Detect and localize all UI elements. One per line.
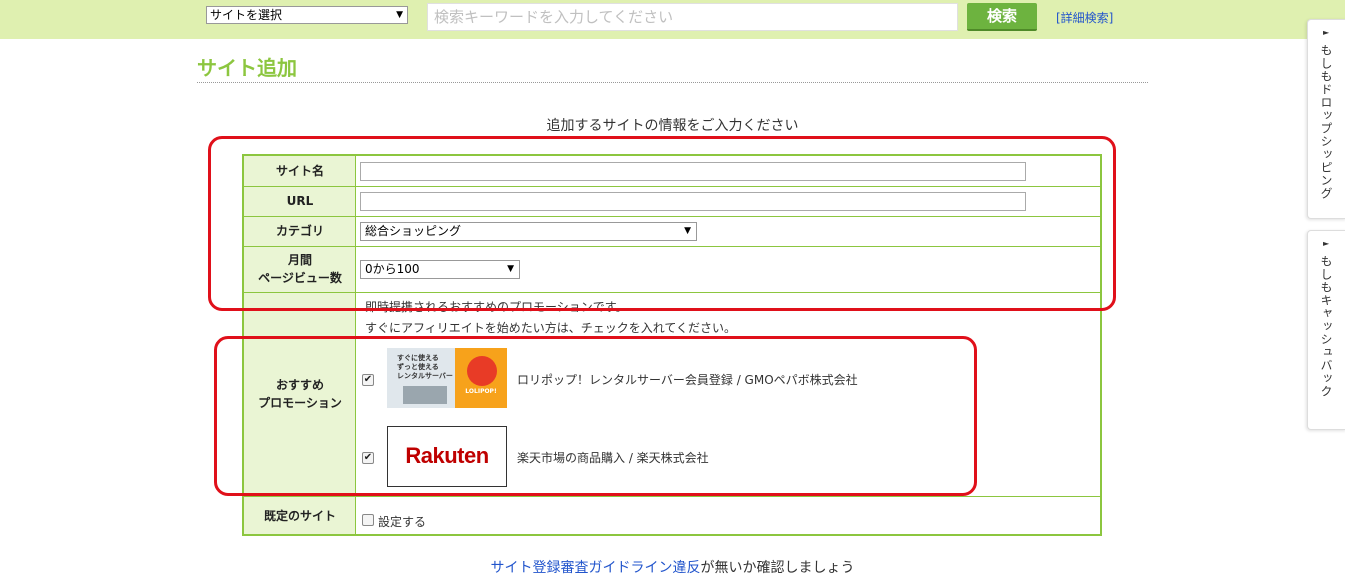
side-tab-label: もしもドロップシッピング (1319, 44, 1333, 200)
search-button[interactable]: 検索 (967, 3, 1037, 31)
dropdown-arrow-icon: ▼ (396, 10, 403, 20)
top-search-bar: サイトを選択 ▼ 検索キーワードを入力してください 検索 [詳細検索] (0, 0, 1345, 39)
advanced-search-link[interactable]: [詳細検索] (1056, 9, 1113, 26)
default-site-checkbox[interactable] (362, 514, 374, 526)
search-placeholder: 検索キーワードを入力してください (434, 8, 674, 26)
side-tab-label: もしもキャッシュバック (1319, 255, 1333, 398)
search-input[interactable]: 検索キーワードを入力してください (427, 3, 958, 31)
triangle-right-icon: ► (1323, 239, 1330, 248)
site-select-value: サイトを選択 (210, 8, 283, 22)
promotion-intro-2: すぐにアフィリエイトを始めたい方は、チェックを入れてください。 (365, 321, 737, 335)
default-site-option[interactable]: 設定する (378, 513, 426, 530)
guideline-link[interactable]: サイト登録審査ガイドライン違反 (491, 560, 701, 576)
row-divider (244, 496, 1100, 497)
form-intro: 追加するサイトの情報をご入力ください (546, 118, 799, 134)
annotation-box-basic-info (208, 136, 1116, 311)
site-select[interactable]: サイトを選択 ▼ (206, 6, 408, 24)
guideline-suffix: が無いか確認しましょう (700, 560, 855, 576)
title-divider (197, 82, 1148, 83)
default-site-label: 既定のサイト (263, 509, 336, 523)
triangle-right-icon: ► (1323, 28, 1330, 37)
side-tab-cashback[interactable]: ► もしもキャッシュバック (1307, 230, 1345, 430)
page-title: サイト追加 (197, 56, 297, 80)
annotation-box-promotions (214, 336, 977, 496)
side-tab-dropshipping[interactable]: ► もしもドロップシッピング (1307, 19, 1345, 219)
guideline-notice: サイト登録審査ガイドライン違反が無いか確認しましょう (0, 557, 1345, 577)
